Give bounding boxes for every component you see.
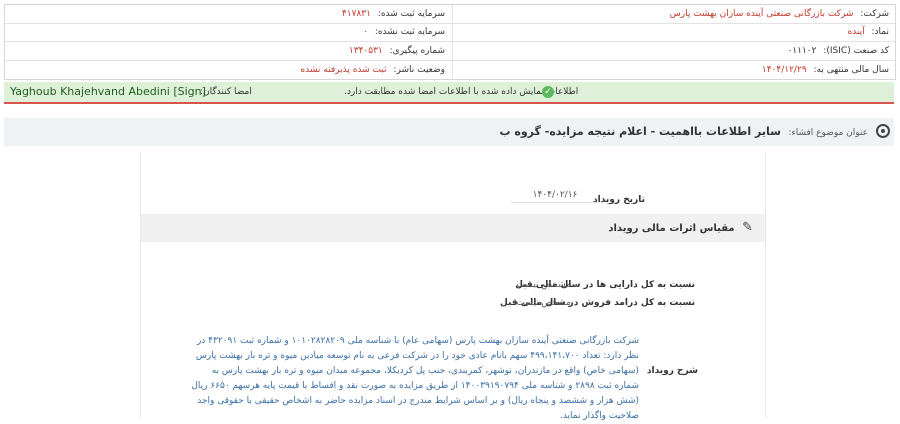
info-row: کد صنعت (ISIC): ۰۱۱۱۰۲ شماره پیگیری: ۱۳۴… xyxy=(5,42,895,61)
section-title: مقیاس اثرات مالی رویداد xyxy=(608,223,735,234)
registered-capital-value: ۴۱۷۸۳۱ xyxy=(341,9,371,19)
tracking-field: شماره پیگیری: ۱۳۴۰۵۳۱ xyxy=(349,42,445,60)
symbol-label: نماد: xyxy=(871,27,890,37)
ratio-sales-value: مشخص نیست xyxy=(516,298,571,308)
event-date-label: تاریخ رویداد xyxy=(593,195,645,205)
section-header: ✎ مقیاس اثرات مالی رویداد xyxy=(141,214,765,242)
tracking-value: ۱۳۴۰۵۳۱ xyxy=(348,46,383,56)
fiscal-year-field: سال مالی منتهی به: ۱۴۰۴/۱۲/۲۹ xyxy=(762,61,889,79)
symbol-field: نماد: آینده xyxy=(847,23,889,41)
info-row: سال مالی منتهی به: ۱۴۰۴/۱۲/۲۹ وضعیت ناشر… xyxy=(5,61,895,79)
company-value[interactable]: شرکت بازرگانی صنعتی آینده سازان بهشت پار… xyxy=(670,9,854,19)
subject-label: عنوان موضوع افشاء: xyxy=(788,128,868,138)
edit-note-icon: ✎ xyxy=(742,220,753,235)
signer-name[interactable]: Yaghoub Khajehvand Abedini [Sign] xyxy=(10,82,206,102)
target-radio-icon[interactable] xyxy=(876,124,890,138)
section-title-line: ✎ مقیاس اثرات مالی رویداد xyxy=(608,214,753,243)
company-label: شرکت: xyxy=(860,9,889,19)
unregistered-capital-value: ۰ xyxy=(363,27,368,37)
fiscal-year-value: ۱۴۰۴/۱۲/۲۹ xyxy=(761,65,807,75)
registered-capital-label: سرمایه ثبت شده: xyxy=(377,9,445,19)
subject-bar: عنوان موضوع افشاء: سایر اطلاعات بااهمیت … xyxy=(4,118,894,146)
info-row: شرکت: شرکت بازرگانی صنعتی آینده سازان به… xyxy=(5,5,895,24)
symbol-value[interactable]: آینده xyxy=(847,27,864,37)
description-label: شرح رویداد xyxy=(646,366,698,376)
publisher-status-value: ثبت شده پذیرفته نشده xyxy=(300,65,387,75)
subject-title: سایر اطلاعات بااهمیت - اعلام نتیجه مزاید… xyxy=(499,125,781,138)
unregistered-capital-label: سرمایه ثبت نشده: xyxy=(374,27,445,37)
ratio-assets-value: مشخص نیست xyxy=(516,280,571,290)
isic-value: ۰۱۱۱۰۲ xyxy=(787,46,817,56)
publisher-status-label: وضعیت ناشر: xyxy=(393,65,445,75)
event-date-value: ۱۴۰۴/۰۲/۱۶ xyxy=(511,190,599,203)
info-row: نماد: آینده سرمایه ثبت نشده: ۰ xyxy=(5,23,895,42)
fiscal-year-label: سال مالی منتهی به: xyxy=(813,65,889,75)
subject-line: عنوان موضوع افشاء: سایر اطلاعات بااهمیت … xyxy=(499,118,868,147)
company-info-table: شرکت: شرکت بازرگانی صنعتی آینده سازان به… xyxy=(4,4,896,80)
company-field: شرکت: شرکت بازرگانی صنعتی آینده سازان به… xyxy=(670,5,889,23)
verified-check-icon: ✓ xyxy=(542,86,554,98)
signature-bar: Yaghoub Khajehvand Abedini [Sign] امضا ک… xyxy=(4,82,894,104)
registered-capital-field: سرمایه ثبت شده: ۴۱۷۸۳۱ xyxy=(342,5,445,23)
isic-label: کد صنعت (ISIC): xyxy=(823,46,889,56)
signers-label: امضا کنندگان: xyxy=(200,87,252,97)
tracking-label: شماره پیگیری: xyxy=(389,46,445,56)
isic-field: کد صنعت (ISIC): ۰۱۱۱۰۲ xyxy=(787,42,889,60)
event-panel: تاریخ رویداد ۱۴۰۴/۰۲/۱۶ ✎ مقیاس اثرات ما… xyxy=(140,152,766,421)
description-text: شرکت بازرگانی صنعتی آینده سازان بهشت پار… xyxy=(191,336,639,421)
publisher-status-field: وضعیت ناشر: ثبت شده پذیرفته نشده xyxy=(300,61,445,79)
unregistered-capital-field: سرمایه ثبت نشده: ۰ xyxy=(363,23,445,41)
